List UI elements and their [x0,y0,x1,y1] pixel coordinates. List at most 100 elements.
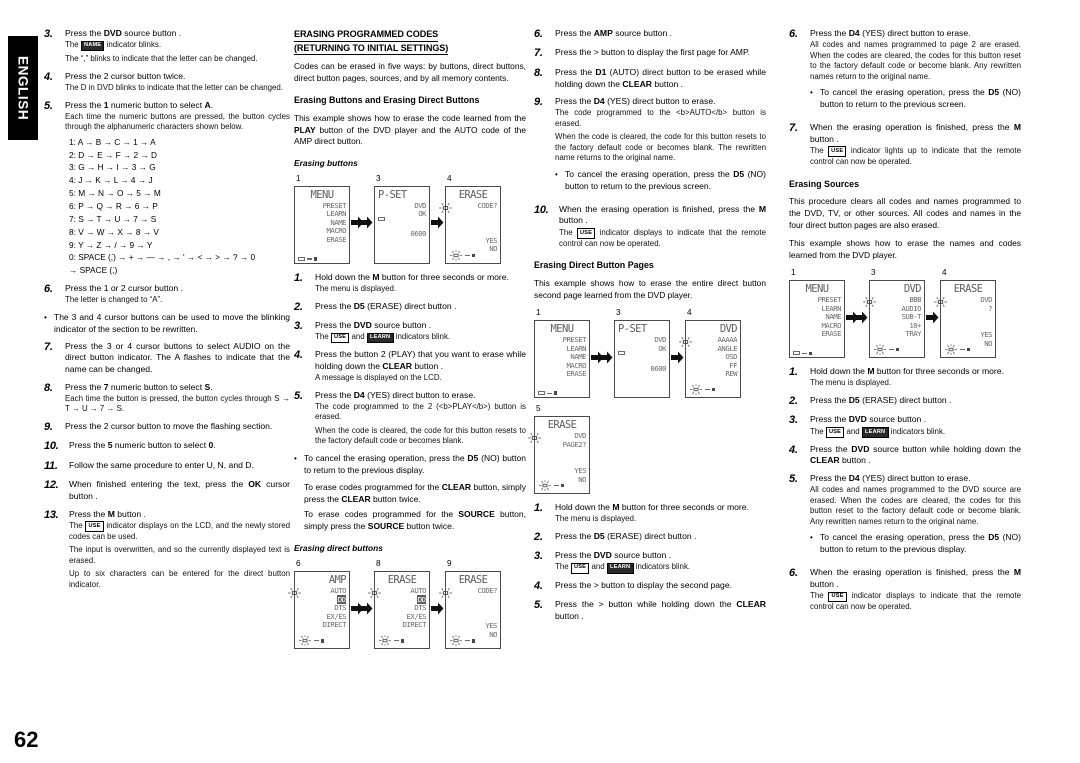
numbered-step: 7. Press the 3 or 4 cursor buttons to sel… [44,341,290,376]
lcd-battery-icon [809,351,813,355]
step-body: Press the 1 or 2 cursor button . The lett… [65,283,290,306]
bullet-text: The 3 and 4 cursor buttons can be used t… [54,311,290,334]
lcd-box-icon [378,216,385,221]
step-lead: Press the D4 (YES) direct button to eras… [810,28,971,38]
step-note: The input is overwritten, and so the cur… [69,545,290,565]
bullet-item: • To cancel the erasing operation, press … [294,453,526,477]
lcd-blink-box [689,384,703,395]
section-title-line1: ERASING PROGRAMMED CODES [294,28,438,42]
lcd-status-bar [298,635,325,647]
cycle-line: 7: S → T → U → 7 → S [69,213,157,224]
numbered-step: 8. Press the D1 (AUTO) direct button to b… [534,67,766,90]
lcd-line: PAGE2? [562,439,587,449]
step-number: 8. [44,381,53,394]
step-number: 11. [44,459,58,472]
lcd-battery-icon [554,391,558,395]
bullet-item: • The 3 and 4 cursor buttons can be used … [44,312,290,336]
character-cycle-list: 1: A → B → C → 1 → A 2: D → E → F → 2 → D… [69,136,290,277]
step-note: The letter is changed to “A”. [65,295,163,305]
blink-indicator-icon [690,384,702,395]
step-number: 3. [789,414,798,427]
numbered-step: 10. Press the 5 numeric button to select … [44,440,290,453]
step-note: Up to six characters can be entered for … [69,569,290,589]
lcd-item-list: PRESET LEARN NAME MACRO ERASE [538,335,587,378]
numbered-step: 1. Hold down the M button for three secon… [789,366,1021,389]
lcd-panel-wrapper: 3 P-SET DVD OK 0600 [374,174,430,264]
lcd-dash-icon [314,640,319,642]
diagram-title: Erasing direct buttons [294,543,383,554]
subsection-title: Erasing Direct Button Pages [534,260,654,271]
step-lead: Press the 1 or 2 cursor button . [65,283,183,294]
numbered-step: 8. Press the 7 numeric button to select S… [44,382,290,415]
use-indicator-chip: USE [85,521,104,532]
step-note: The menu is displayed. [555,514,637,524]
sub-paragraph: To erase codes programmed for the SOURCE… [304,509,526,532]
diagram-title: Erasing buttons [294,157,358,168]
lcd-step-caption: 4 [942,268,947,278]
step-body: Hold down the M button for three seconds… [555,502,766,525]
step-lead: Press the AMP source button . [555,28,673,38]
step-number: 5. [534,598,543,611]
use-indicator-chip: USE [828,591,847,603]
cycle-line: 1: A → B → C → 1 → A [69,136,156,147]
lcd-left-blink-icon [527,432,542,447]
lcd-status-bar [538,391,558,396]
numbered-step: 13. Press the M button . The USE indicator… [44,509,290,591]
lcd-dash-icon [394,640,399,642]
lcd-line: CODE? [477,200,498,210]
step-body: Press the D5 (ERASE) direct button . [555,531,766,544]
lcd-status-bar [449,250,476,261]
lcd-dash-icon [307,258,312,260]
cycle-line: 5: M → N → O → 5 → M [69,188,161,199]
step-note: The USE and LEARN indicators blink. [555,562,766,574]
lcd-line: DVD [980,295,992,305]
step-lead: When the erasing operation is finished, … [810,121,1021,144]
lcd-dash-icon [465,254,470,257]
step-lead: Press the DVD source button . [315,319,432,330]
step-body: When the erasing operation is finished, … [559,204,766,250]
step-lead: Press the M button . [69,508,146,519]
bullet-item: • To cancel the erasing operation, press … [810,87,1021,111]
subsection-title: Erasing Sources [789,178,860,189]
lcd-panel-wrapper: 3 DVD BBB AUDIO SUB-T 10+ TRAY [862,268,925,359]
lcd-panel: ERASE CODE? YES NO [445,185,501,264]
numbered-step: 9. Press the 2 cursor button to move the … [44,421,290,434]
step-body: Press the D4 (YES) direct button to eras… [555,96,766,197]
blink-indicator-icon [450,635,462,647]
lcd-step-caption: 1 [536,308,541,318]
section-title-line2: (RETURNING TO INITIAL SETTINGS) [294,42,448,55]
step-body: Press the D4 (YES) direct button to eras… [810,28,1021,116]
blink-indicator-icon [527,432,542,444]
cycle-line: 6: P → Q → R → 6 → P [69,201,158,212]
lcd-box-icon [298,256,305,261]
step-number: 6. [44,283,53,296]
column-2: ERASING PROGRAMMED CODES (RETURNING TO IN… [287,28,526,657]
lcd-status-bar [538,480,565,491]
step-note: The USE and LEARN indicators blink. [810,427,1021,438]
lcd-line: ? [988,303,992,313]
step-body: Press the DVD source button while holdin… [810,444,1021,467]
step-body: Press the D5 (ERASE) direct button . [810,395,1021,408]
blink-indicator-icon [438,587,453,600]
step-number: 10. [534,203,549,216]
learn-indicator-chip: LEARN [366,332,394,344]
bullet-dot-icon: • [810,88,813,98]
lcd-panel: ERASE CODE? YES NO [445,571,501,650]
bullet-text: To cancel the erasing operation, press t… [820,87,1021,110]
step-number: 6. [534,28,543,40]
lcd-title: DVD [719,323,738,336]
numbered-step: 4. Press the DVD source button while hold… [789,444,1021,467]
step-lead: Press the D4 (YES) direct button to eras… [810,473,971,484]
numbered-step: 6. Press the D4 (YES) direct button to er… [789,28,1021,116]
step-number: 5. [44,99,53,112]
bullet-text: To cancel the erasing operation, press t… [820,532,1021,555]
numbered-step: 3. Press the DVD source button . The NAME … [44,28,290,65]
step-body: When finished entering the text, press t… [69,479,290,502]
flow-arrow-icon [854,278,869,356]
lcd-item-list: BBB AUDIO SUB-T 10+ TRAY [873,295,922,338]
lcd-panel-wrapper: 9 ERASE CODE? YES NO [438,559,501,650]
numbered-step: 1. Hold down the M button for three secon… [294,272,526,295]
numbered-step: 6. Press the 1 or 2 cursor button . The le… [44,283,290,306]
step-lead: Press the > button to display the second… [555,579,733,590]
step-note: Each time the button is pressed, the but… [65,393,290,414]
